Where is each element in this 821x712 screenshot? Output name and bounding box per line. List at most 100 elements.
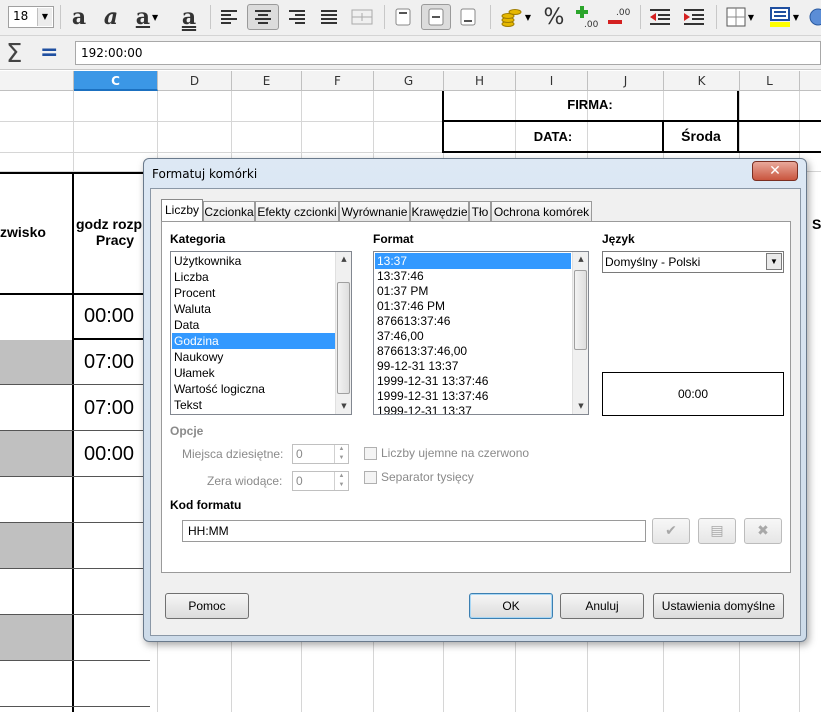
column-header-left-partial[interactable] — [0, 71, 74, 91]
underline-button[interactable]: a ▼ — [130, 4, 164, 30]
chevron-down-icon[interactable]: ▼ — [748, 13, 754, 22]
add-comment-button[interactable]: ▤ — [698, 518, 736, 544]
category-item[interactable]: Liczba — [172, 269, 335, 285]
valign-center-button[interactable] — [421, 4, 451, 30]
format-item[interactable]: 13:37:46 — [375, 268, 571, 284]
scroll-down-icon[interactable]: ▼ — [573, 399, 588, 414]
merge-cells-button[interactable] — [348, 4, 376, 30]
font-size-combo[interactable]: 18 ▼ — [8, 6, 54, 28]
cancel-button[interactable]: Anuluj — [560, 593, 644, 619]
delete-format-button[interactable]: ✖ — [744, 518, 782, 544]
valign-bottom-button[interactable] — [455, 4, 481, 30]
category-item[interactable]: Tekst — [172, 397, 335, 413]
category-item[interactable]: Data — [172, 317, 335, 333]
close-button[interactable]: ✕ — [752, 161, 798, 181]
category-item-selected[interactable]: Godzina — [172, 333, 344, 349]
category-item[interactable]: Ułamek — [172, 365, 335, 381]
format-item-selected[interactable]: 13:37 — [375, 253, 571, 269]
tab-wyrownanie[interactable]: Wyrównanie — [339, 201, 410, 222]
spin-up-icon[interactable]: ▲ — [334, 445, 348, 454]
function-icon[interactable]: = — [40, 40, 58, 65]
time-cell[interactable]: 07:00 — [84, 397, 148, 420]
align-right-button[interactable] — [284, 4, 310, 30]
tab-tlo[interactable]: Tło — [469, 201, 491, 222]
format-item[interactable]: 876613:37:46 — [375, 313, 571, 329]
align-center-button[interactable] — [247, 4, 279, 30]
italic-button[interactable]: a — [98, 4, 124, 30]
percent-button[interactable]: % — [540, 4, 568, 30]
column-header-d[interactable]: D — [158, 71, 232, 91]
category-item[interactable]: Użytkownika — [172, 253, 335, 269]
align-left-button[interactable] — [216, 4, 242, 30]
chevron-down-icon[interactable]: ▼ — [152, 13, 158, 22]
column-header-l[interactable]: L — [740, 71, 800, 91]
column-header-c[interactable]: C — [74, 71, 158, 91]
column-header-h[interactable]: H — [444, 71, 516, 91]
chevron-down-icon[interactable]: ▼ — [525, 13, 531, 22]
valign-top-button[interactable] — [390, 4, 416, 30]
help-button[interactable]: Pomoc — [165, 593, 249, 619]
column-header-f[interactable]: F — [302, 71, 374, 91]
leading-zeros-spinner[interactable]: 0 ▲ ▼ — [292, 471, 349, 491]
double-underline-button[interactable]: a — [176, 4, 202, 30]
format-scrollbar[interactable]: ▲ ▼ — [572, 252, 588, 414]
category-scrollbar[interactable]: ▲ ▼ — [335, 252, 351, 414]
chevron-down-icon[interactable]: ▼ — [766, 253, 782, 270]
category-item[interactable]: Procent — [172, 285, 335, 301]
column-header-e[interactable]: E — [232, 71, 302, 91]
category-item[interactable]: Waluta — [172, 301, 335, 317]
ok-button[interactable]: OK — [469, 593, 553, 619]
column-header-i[interactable]: I — [516, 71, 588, 91]
reset-defaults-button[interactable]: Ustawienia domyślne — [653, 593, 784, 619]
background-color-button[interactable]: ▼ — [764, 4, 804, 30]
time-cell[interactable]: 00:00 — [84, 305, 148, 328]
format-item[interactable]: 876613:37:46,00 — [375, 343, 571, 359]
tab-liczby[interactable]: Liczby — [161, 199, 203, 223]
tab-czcionka[interactable]: Czcionka — [203, 201, 255, 222]
column-header-j[interactable]: J — [588, 71, 664, 91]
spin-up-icon[interactable]: ▲ — [334, 472, 348, 481]
increase-indent-button[interactable] — [680, 4, 708, 30]
spin-down-icon[interactable]: ▼ — [334, 481, 348, 490]
scroll-up-icon[interactable]: ▲ — [336, 252, 351, 267]
format-item[interactable]: 1999-12-31 13:37:46 — [375, 388, 571, 404]
spin-down-icon[interactable]: ▼ — [334, 454, 348, 463]
currency-button[interactable]: ▼ — [496, 4, 536, 30]
justify-button[interactable] — [316, 4, 342, 30]
format-list[interactable]: 13:37 13:37:46 01:37 PM 01:37:46 PM 8766… — [373, 251, 589, 415]
toolbar-overflow-icon[interactable] — [808, 4, 821, 30]
column-header-g[interactable]: G — [374, 71, 444, 91]
format-item[interactable]: 01:37:46 PM — [375, 298, 571, 314]
format-item[interactable]: 01:37 PM — [375, 283, 571, 299]
tab-ochrona-komorek[interactable]: Ochrona komórek — [491, 201, 592, 222]
time-cell[interactable]: 00:00 — [84, 443, 148, 466]
remove-decimal-button[interactable]: .00 — [604, 4, 634, 30]
category-list[interactable]: Użytkownika Liczba Procent Waluta Data G… — [170, 251, 352, 415]
column-header-k[interactable]: K — [664, 71, 740, 91]
add-decimal-button[interactable]: .00 — [572, 4, 602, 30]
time-cell[interactable]: 07:00 — [84, 351, 148, 374]
formula-input[interactable]: 192:00:00 — [75, 41, 821, 65]
negative-red-checkbox[interactable] — [364, 447, 377, 460]
bold-button[interactable]: a — [66, 4, 92, 30]
format-item[interactable]: 1999-12-31 13:37:46 — [375, 373, 571, 389]
decimal-places-spinner[interactable]: 0 ▲ ▼ — [292, 444, 349, 464]
scroll-down-icon[interactable]: ▼ — [336, 399, 351, 414]
scroll-up-icon[interactable]: ▲ — [573, 252, 588, 267]
category-item[interactable]: Naukowy — [172, 349, 335, 365]
format-item[interactable]: 99-12-31 13:37 — [375, 358, 571, 374]
column-header-right-partial[interactable] — [800, 71, 821, 91]
format-item[interactable]: 1999-12-31 13:37 — [375, 403, 571, 414]
category-item[interactable]: Wartość logiczna — [172, 381, 335, 397]
tab-krawedzie[interactable]: Krawędzie — [410, 201, 469, 222]
thousands-separator-checkbox[interactable] — [364, 471, 377, 484]
borders-button[interactable]: ▼ — [722, 4, 758, 30]
format-code-input[interactable]: HH:MM — [182, 520, 646, 542]
chevron-down-icon[interactable]: ▼ — [37, 8, 52, 26]
scroll-thumb[interactable] — [574, 270, 587, 350]
scroll-thumb[interactable] — [337, 282, 350, 394]
format-item[interactable]: 37:46,00 — [375, 328, 571, 344]
decrease-indent-button[interactable] — [646, 4, 674, 30]
accept-format-button[interactable]: ✔ — [652, 518, 690, 544]
tab-efekty-czcionki[interactable]: Efekty czcionki — [255, 201, 339, 222]
